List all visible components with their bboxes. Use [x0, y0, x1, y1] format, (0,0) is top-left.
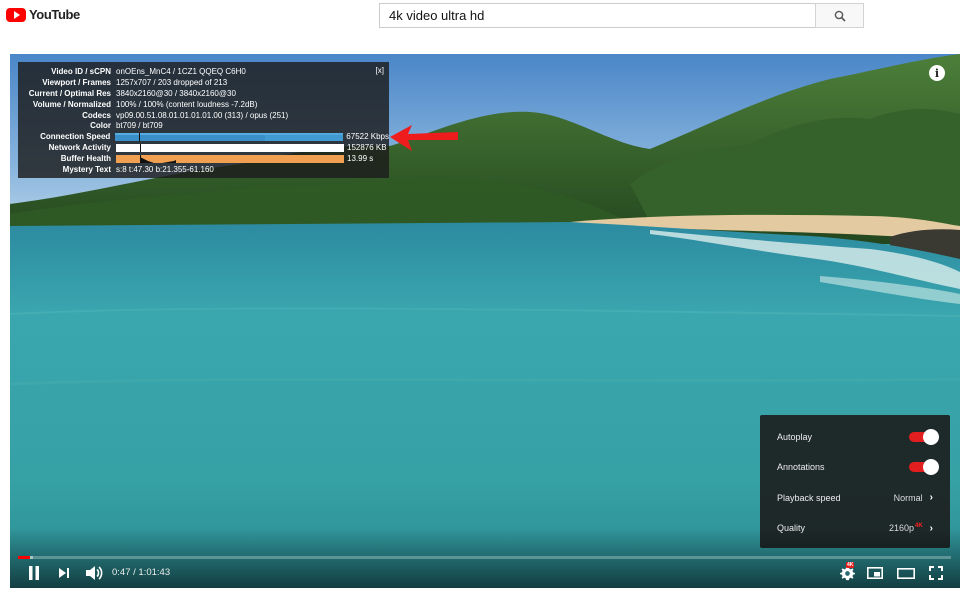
stat-label: Video ID / sCPN	[51, 66, 111, 76]
theater-mode-icon	[897, 567, 915, 579]
menu-item-label: Annotations	[777, 462, 825, 473]
miniplayer-button[interactable]	[866, 565, 884, 581]
connection-speed-graph	[115, 132, 344, 141]
stat-label: Connection Speed	[40, 132, 111, 142]
next-icon	[59, 568, 69, 578]
stat-label: Buffer Health	[60, 154, 111, 164]
pause-icon	[29, 566, 39, 580]
settings-button[interactable]: 4K	[838, 562, 856, 581]
theater-mode-button[interactable]	[896, 565, 916, 581]
stats-for-nerds-panel: [x] Video ID / sCPN onOEns_MnC4 / 1CZ1 Q…	[18, 62, 389, 178]
stat-value: 100% / 100% (content loudness -7.2dB)	[116, 99, 258, 109]
menu-item-autoplay[interactable]: Autoplay	[760, 422, 950, 452]
stat-label: Codecs	[82, 110, 111, 120]
duration: 1:01:43	[138, 567, 171, 578]
stat-row: Video ID / sCPN onOEns_MnC4 / 1CZ1 QQEQ …	[18, 66, 389, 77]
chevron-right-icon: ›	[929, 492, 933, 504]
fullscreen-button[interactable]	[928, 565, 944, 581]
stat-row: Codecs vp09.00.51.08.01.01.01.01.00 (313…	[18, 110, 389, 121]
stat-value: bt709 / bt709	[116, 121, 163, 131]
stat-value: 3840x2160@30 / 3840x2160@30	[116, 88, 236, 98]
stat-row: Current / Optimal Res 3840x2160@30 / 384…	[18, 88, 389, 99]
stats-close-button[interactable]: [x]	[376, 66, 384, 75]
search-input[interactable]	[379, 3, 815, 28]
stat-value: vp09.00.51.08.01.01.01.01.00 (313) / opu…	[116, 110, 289, 120]
time-display: 0:47 / 1:01:43	[112, 567, 170, 578]
stat-value: 1257x707 / 203 dropped of 213	[116, 77, 228, 87]
youtube-play-logo-icon	[6, 7, 26, 22]
stat-value: onOEns_MnC4 / 1CZ1 QQEQ C6H0	[116, 66, 246, 76]
menu-item-annotations[interactable]: Annotations	[760, 452, 950, 482]
youtube-logo[interactable]: YouTube	[6, 7, 80, 22]
fullscreen-icon	[929, 566, 943, 580]
stat-value: s:8 t:47.30 b:21.355-61.160	[116, 164, 214, 174]
stat-row: Color bt709 / bt709	[18, 120, 389, 131]
logo-text: YouTube	[29, 7, 80, 22]
menu-item-label: Playback speed	[777, 492, 841, 503]
toggle-knob	[923, 459, 939, 476]
masthead: YouTube	[0, 0, 971, 30]
red-arrow-annotation-icon	[390, 125, 458, 151]
pause-button[interactable]	[26, 565, 42, 581]
stat-row-buffer-health: Buffer Health 13.99 s	[18, 153, 389, 164]
miniplayer-icon	[867, 567, 883, 579]
toggle-knob	[923, 429, 939, 446]
progress-played	[18, 556, 30, 559]
info-icon[interactable]: i	[929, 65, 945, 81]
stat-row: Mystery Text s:8 t:47.30 b:21.355-61.160	[18, 164, 389, 175]
volume-button[interactable]	[84, 565, 104, 581]
stat-value: 152876 KB	[347, 143, 387, 153]
search-bar	[379, 3, 864, 28]
stat-label: Volume / Normalized	[32, 99, 111, 109]
progress-bar[interactable]	[18, 556, 951, 559]
annotations-toggle[interactable]	[909, 459, 939, 476]
search-icon	[834, 10, 846, 22]
stat-value: 67522 Kbps	[346, 132, 389, 142]
network-activity-graph	[116, 143, 344, 152]
stat-label: Mystery Text	[62, 164, 111, 174]
next-button[interactable]	[56, 565, 72, 581]
stat-label: Color	[90, 121, 111, 131]
autoplay-toggle[interactable]	[909, 429, 939, 446]
stat-row: Viewport / Frames 1257x707 / 203 dropped…	[18, 77, 389, 88]
menu-item-playback-speed[interactable]: Playback speed Normal ›	[760, 483, 950, 513]
stat-row: Volume / Normalized 100% / 100% (content…	[18, 99, 389, 110]
menu-item-label: Autoplay	[777, 432, 813, 443]
search-button[interactable]	[815, 3, 864, 28]
settings-4k-badge: 4K	[846, 562, 855, 568]
volume-icon	[86, 566, 103, 580]
current-time: 0:47	[112, 567, 131, 578]
stat-label: Current / Optimal Res	[28, 88, 111, 98]
stat-value: 13.99 s	[347, 154, 374, 164]
stat-row-connection-speed: Connection Speed 67522 Kbps	[18, 131, 389, 142]
stat-label: Viewport / Frames	[42, 77, 111, 87]
stat-label: Network Activity	[48, 143, 111, 153]
menu-item-value: Normal	[893, 492, 923, 503]
network-activity-bar	[116, 143, 344, 152]
buffer-health-graph	[116, 154, 344, 163]
video-player[interactable]: i [x] Video ID / sCPN onOEns_MnC4 / 1CZ1…	[10, 54, 960, 588]
stat-row-network-activity: Network Activity 152876 KB	[18, 142, 389, 153]
